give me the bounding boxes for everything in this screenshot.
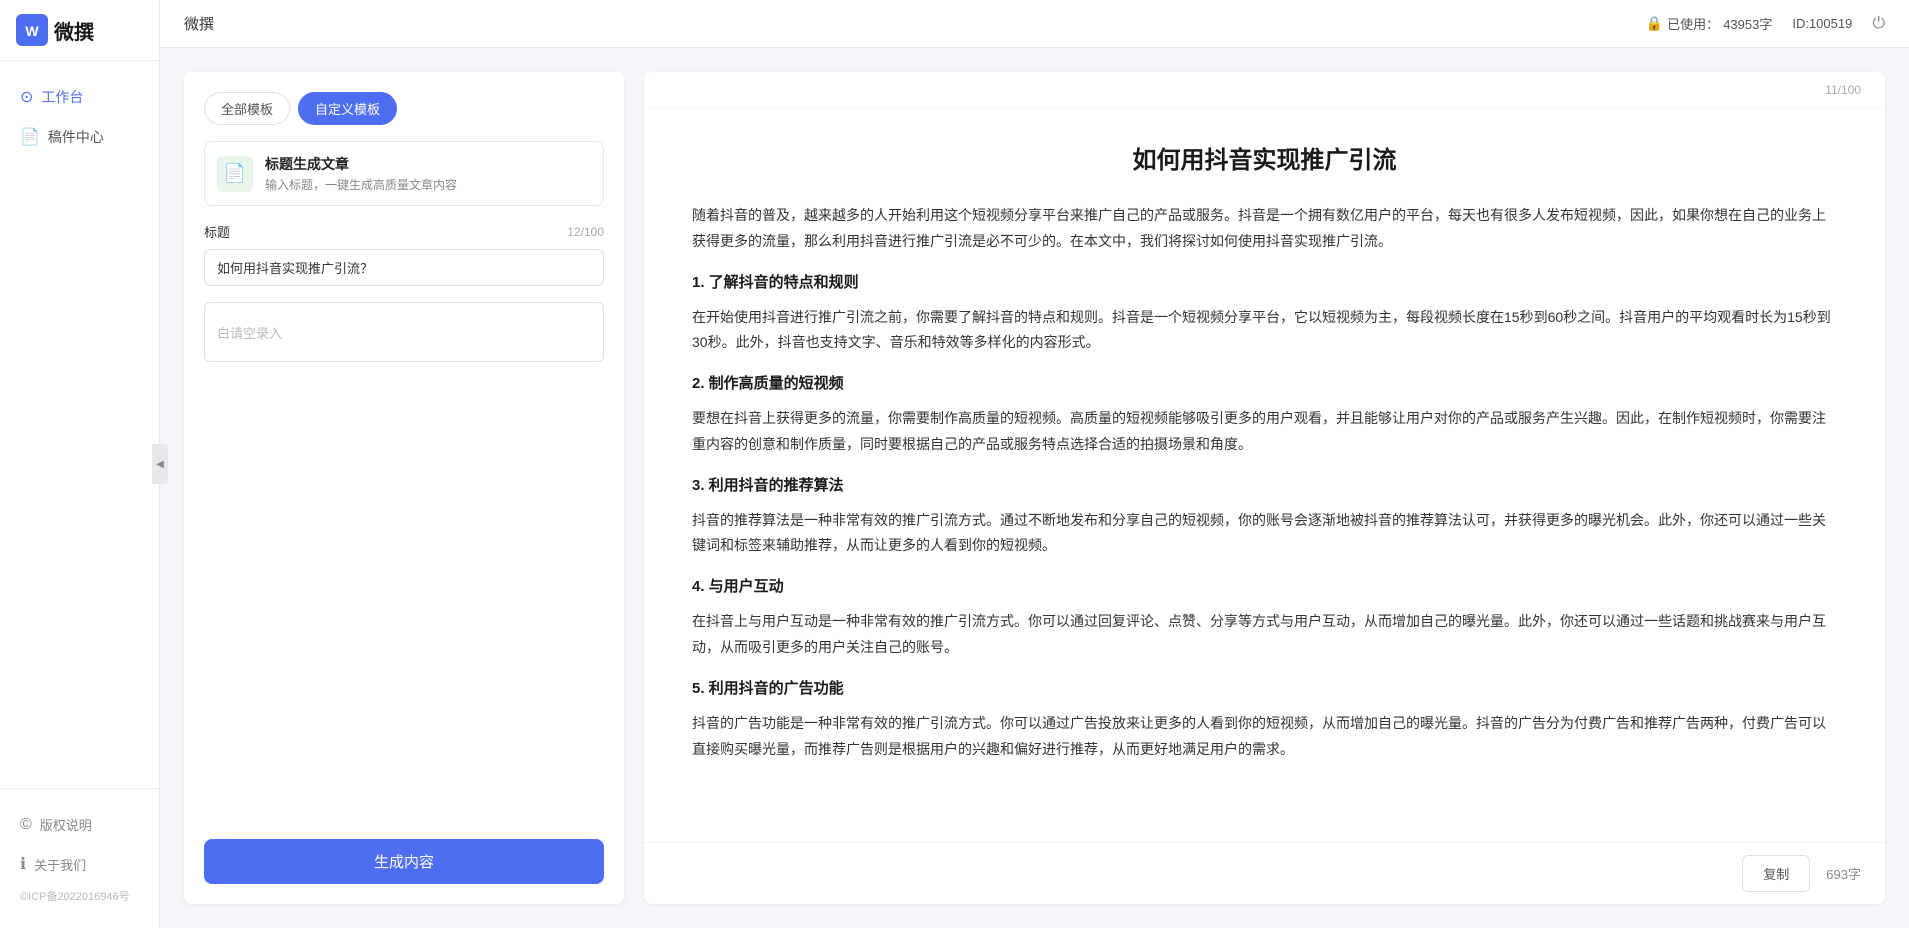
article-paragraph: 要想在抖音上获得更多的流量，你需要制作高质量的短视频。高质量的短视频能够吸引更多… (692, 406, 1837, 458)
article-section-heading: 2. 制作高质量的短视频 (692, 370, 1837, 398)
main-wrapper: 微撰 🔒 已使用： 43953字 ID:100519 ⏻ 全部模板 自定义模板 … (160, 0, 1909, 928)
copyright-icon: © (20, 816, 32, 834)
left-panel: 全部模板 自定义模板 📄 标题生成文章 输入标题，一键生成高质量文章内容 标题 … (184, 72, 624, 904)
title-input[interactable] (204, 249, 604, 286)
sidebar-item-copyright[interactable]: © 版权说明 (0, 805, 159, 844)
usage-count: 43953字 (1723, 14, 1772, 33)
article-content[interactable]: 如何用抖音实现推广引流 随着抖音的普及，越来越多的人开始利用这个短视频分享平台来… (644, 108, 1885, 842)
article-section-heading: 3. 利用抖音的推荐算法 (692, 472, 1837, 500)
tab-all-templates[interactable]: 全部模板 (204, 92, 290, 125)
right-panel: 11/100 如何用抖音实现推广引流 随着抖音的普及，越来越多的人开始利用这个短… (644, 72, 1885, 904)
sidebar: W 微撰 ⊙ 工作台 📄 稿件中心 © 版权说明 ℹ 关于我们 ©ICP备202… (0, 0, 160, 928)
logo-area: W 微撰 (0, 0, 159, 61)
usage-display: 🔒 已使用： 43953字 (1646, 14, 1773, 33)
template-tabs: 全部模板 自定义模板 (204, 92, 604, 125)
usage-icon: 🔒 (1646, 15, 1663, 32)
article-title: 如何用抖音实现推广引流 (692, 140, 1837, 175)
word-count: 693字 (1826, 864, 1861, 883)
logo-icon: W (16, 14, 48, 46)
template-name: 标题生成文章 (265, 154, 457, 174)
page-info: 11/100 (1825, 83, 1861, 97)
svg-text:W: W (25, 23, 39, 39)
article-paragraph: 抖音的广告功能是一种非常有效的推广引流方式。你可以通过广告投放来让更多的人看到你… (692, 711, 1837, 763)
template-info: 标题生成文章 输入标题，一键生成高质量文章内容 (265, 154, 457, 193)
template-card[interactable]: 📄 标题生成文章 输入标题，一键生成高质量文章内容 (204, 141, 604, 206)
content-area: 全部模板 自定义模板 📄 标题生成文章 输入标题，一键生成高质量文章内容 标题 … (160, 48, 1909, 928)
tab-custom-templates[interactable]: 自定义模板 (298, 92, 397, 125)
topbar: 微撰 🔒 已使用： 43953字 ID:100519 ⏻ (160, 0, 1909, 48)
app-name: 微撰 (54, 16, 94, 45)
sidebar-item-copyright-label: 版权说明 (40, 815, 92, 834)
user-id: ID:100519 (1792, 16, 1852, 31)
article-section-heading: 1. 了解抖音的特点和规则 (692, 269, 1837, 297)
topbar-right: 🔒 已使用： 43953字 ID:100519 ⏻ (1646, 14, 1885, 33)
sidebar-item-about-label: 关于我们 (34, 855, 86, 874)
right-panel-header: 11/100 (644, 72, 1885, 108)
generate-button[interactable]: 生成内容 (204, 839, 604, 884)
workspace-icon: ⊙ (20, 87, 33, 107)
usage-label: 已使用： (1667, 14, 1719, 33)
article-paragraph: 在开始使用抖音进行推广引流之前，你需要了解抖音的特点和规则。抖音是一个短视频分享… (692, 305, 1837, 357)
article-paragraph: 随着抖音的普及，越来越多的人开始利用这个短视频分享平台来推广自己的产品或服务。抖… (692, 203, 1837, 255)
sidebar-item-drafts-label: 稿件中心 (48, 127, 104, 147)
template-desc: 输入标题，一键生成高质量文章内容 (265, 176, 457, 193)
article-section-heading: 4. 与用户互动 (692, 573, 1837, 601)
sidebar-item-workspace[interactable]: ⊙ 工作台 (0, 77, 159, 117)
drafts-icon: 📄 (20, 127, 40, 147)
title-char-count: 12/100 (567, 225, 604, 239)
article-section-heading: 5. 利用抖音的广告功能 (692, 675, 1837, 703)
title-field-group: 标题 12/100 (204, 222, 604, 286)
article-body: 随着抖音的普及，越来越多的人开始利用这个短视频分享平台来推广自己的产品或服务。抖… (692, 203, 1837, 762)
sidebar-item-drafts[interactable]: 📄 稿件中心 (0, 117, 159, 157)
article-paragraph: 抖音的推荐算法是一种非常有效的推广引流方式。通过不断地发布和分享自己的短视频，你… (692, 508, 1837, 560)
sidebar-bottom: © 版权说明 ℹ 关于我们 ©ICP备2022016946号 (0, 788, 159, 928)
icp-copyright: ©ICP备2022016946号 (0, 884, 159, 912)
template-card-icon: 📄 (217, 156, 253, 192)
sidebar-nav: ⊙ 工作台 📄 稿件中心 (0, 61, 159, 788)
extra-field[interactable]: 白请空录入 (204, 302, 604, 362)
extra-placeholder: 白请空录入 (217, 323, 282, 342)
sidebar-collapse-button[interactable]: ◀ (152, 444, 168, 484)
sidebar-item-about[interactable]: ℹ 关于我们 (0, 844, 159, 884)
right-panel-footer: 复制 693字 (644, 842, 1885, 904)
title-label-text: 标题 (204, 222, 230, 241)
article-paragraph: 在抖音上与用户互动是一种非常有效的推广引流方式。你可以通过回复评论、点赞、分享等… (692, 609, 1837, 661)
topbar-title: 微撰 (184, 13, 214, 34)
copy-button[interactable]: 复制 (1742, 855, 1810, 892)
sidebar-item-workspace-label: 工作台 (41, 87, 83, 107)
about-icon: ℹ (20, 854, 26, 874)
power-icon[interactable]: ⏻ (1872, 15, 1885, 33)
title-field-label: 标题 12/100 (204, 222, 604, 241)
